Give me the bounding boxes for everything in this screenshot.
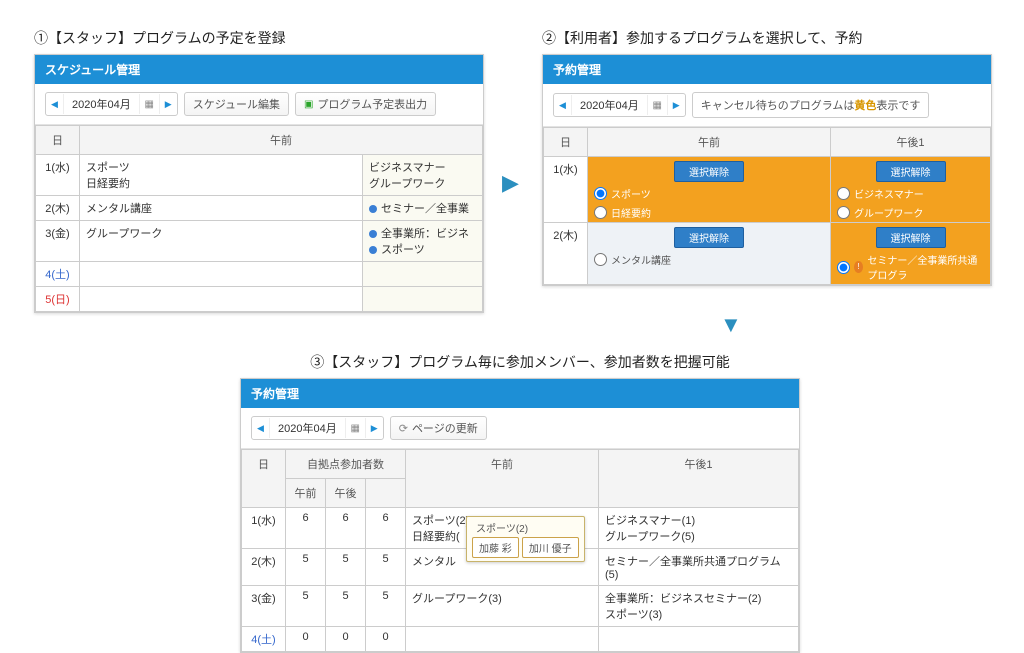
participant-chip[interactable]: 加川 優子 (522, 537, 579, 558)
col-pm: 午後1 (599, 450, 799, 508)
panel-title: 予約管理 (543, 55, 991, 84)
program-option[interactable]: ビジネスマナー (831, 184, 990, 203)
schedule-table: 日 午前 1(水)スポーツ 日経要約ビジネスマナーグループワーク2(木)メンタル… (35, 125, 483, 312)
panel-title: 予約管理 (241, 379, 799, 408)
program-option[interactable]: グループワーク (831, 203, 990, 222)
prev-month-icon[interactable]: ◀ (554, 95, 572, 115)
excel-icon: ▣ (304, 99, 313, 110)
table-row: 2(木)メンタル講座セミナー／全事業 (36, 196, 483, 221)
waitlist-icon: ! (854, 261, 863, 273)
next-month-icon[interactable]: ▶ (159, 94, 177, 114)
calendar-icon[interactable]: ▦ (647, 95, 667, 115)
date-label: 2020年04月 (64, 93, 139, 115)
table-row: 1(水) 選択解除 スポーツ 日経要約 選択解除 ビジネスマナー グループワーク (544, 157, 991, 223)
col-day: 日 (242, 450, 286, 508)
col-pm-sub: 午後 (326, 479, 366, 508)
caption-3: ③【スタッフ】プログラム毎に参加メンバー、参加者数を把握可能 (240, 352, 800, 372)
export-schedule-button[interactable]: ▣ プログラム予定表出力 (295, 92, 436, 116)
date-label: 2020年04月 (572, 94, 647, 116)
date-picker[interactable]: ◀ 2020年04月 ▦ ▶ (45, 92, 178, 116)
col-am: 午前 (406, 450, 599, 508)
next-month-icon[interactable]: ▶ (365, 418, 383, 438)
next-month-icon[interactable]: ▶ (667, 95, 685, 115)
table-row: 1(水)スポーツ 日経要約ビジネスマナーグループワーク (36, 155, 483, 196)
refresh-button[interactable]: ⟳ ページの更新 (390, 416, 487, 440)
reservation-table: 日 午前 午後1 1(水) 選択解除 スポーツ 日経要約 選択解除 ビジネスマナ… (543, 127, 991, 285)
col-extra-sub (366, 479, 406, 508)
table-row: 2(木) 選択解除 メンタル講座 選択解除 ! セミナー／全事業所共通プログラ (544, 223, 991, 285)
am-cell[interactable]: 選択解除 スポーツ 日経要約 (588, 157, 831, 223)
date-picker[interactable]: ◀ 2020年04月 ▦ ▶ (553, 93, 686, 117)
export-label: プログラム予定表出力 (317, 96, 427, 112)
panel-reservation-user: 予約管理 ◀ 2020年04月 ▦ ▶ キャンセル待ちのプログラムは黄色表示です… (542, 54, 992, 286)
caption-1: ①【スタッフ】プログラムの予定を登録 (34, 28, 484, 48)
col-pm: 午後1 (831, 128, 991, 157)
caption-2: ②【利用者】参加するプログラムを選択して、予約 (542, 28, 992, 48)
calendar-icon[interactable]: ▦ (345, 418, 365, 438)
deselect-button[interactable]: 選択解除 (876, 161, 946, 182)
table-row: 1(水)666スポーツ(2)日経要約(スポーツ(2)加藤 彩加川 優子ビジネスマ… (242, 508, 799, 549)
deselect-button[interactable]: 選択解除 (674, 161, 744, 182)
calendar-icon[interactable]: ▦ (139, 94, 159, 114)
table-row: 4(土)000 (242, 627, 799, 652)
col-am-sub: 午前 (286, 479, 326, 508)
deselect-button[interactable]: 選択解除 (674, 227, 744, 248)
participant-chip[interactable]: 加藤 彩 (472, 537, 519, 558)
table-row: 3(金)グループワーク全事業所：ビジネスポーツ (36, 221, 483, 262)
edit-schedule-button[interactable]: スケジュール編集 (184, 92, 289, 116)
pm-cell[interactable]: 選択解除 ビジネスマナー グループワーク (831, 157, 991, 223)
participant-tooltip: スポーツ(2)加藤 彩加川 優子 (466, 516, 585, 562)
waitlist-notice: キャンセル待ちのプログラムは黄色表示です (692, 92, 930, 118)
am-cell[interactable]: 選択解除 メンタル講座 (588, 223, 831, 285)
panel-title: スケジュール管理 (35, 55, 483, 84)
table-row: 3(金)555グループワーク(3)全事業所：ビジネスセミナー(2)スポーツ(3) (242, 586, 799, 627)
panel-schedule: スケジュール管理 ◀ 2020年04月 ▦ ▶ スケジュール編集 ▣ プログラム… (34, 54, 484, 313)
date-picker[interactable]: ◀ 2020年04月 ▦ ▶ (251, 416, 384, 440)
table-row: 4(土) (36, 262, 483, 287)
col-day: 日 (36, 126, 80, 155)
prev-month-icon[interactable]: ◀ (46, 94, 64, 114)
deselect-button[interactable]: 選択解除 (876, 227, 946, 248)
table-row: 5(日) (36, 287, 483, 312)
program-option[interactable]: ! セミナー／全事業所共通プログラ (831, 250, 990, 284)
participant-table: 日 自拠点参加者数 午前 午後1 午前 午後 1(水)666スポーツ(2)日経要… (241, 449, 799, 652)
panel-reservation-staff: 予約管理 ◀ 2020年04月 ▦ ▶ ⟳ ページの更新 日 自拠点参加者数 午… (240, 378, 800, 653)
program-option[interactable]: メンタル講座 (588, 250, 830, 269)
flow-arrow-icon: ▼ (720, 312, 742, 338)
program-option[interactable]: スポーツ (588, 184, 830, 203)
prev-month-icon[interactable]: ◀ (252, 418, 270, 438)
col-am: 午前 (80, 126, 483, 155)
date-label: 2020年04月 (270, 417, 345, 439)
col-day: 日 (544, 128, 588, 157)
pm-cell[interactable]: 選択解除 ! セミナー／全事業所共通プログラ (831, 223, 991, 285)
refresh-icon: ⟳ (399, 422, 408, 435)
col-am: 午前 (588, 128, 831, 157)
col-count-group: 自拠点参加者数 (286, 450, 406, 479)
program-option[interactable]: 日経要約 (588, 203, 830, 222)
flow-arrow-icon: ▶ (502, 170, 519, 196)
